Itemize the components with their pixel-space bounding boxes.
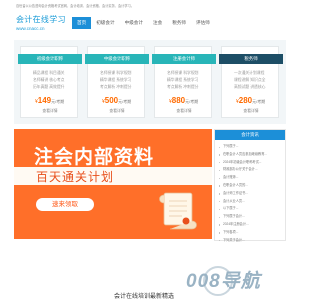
card-feature: 精品课程 科目通关 [33, 71, 65, 75]
view-details-button[interactable]: 查看详情 [39, 108, 61, 115]
news-item[interactable]: 下列关于会计... [219, 237, 281, 245]
card-price: ¥500元/考期 [102, 96, 131, 105]
scroll-document-icon [159, 192, 197, 230]
banner-subtitle: 百天通关计划 [36, 170, 115, 184]
price-unit: 元/考期 [252, 99, 266, 104]
news-item[interactable]: 会计账簿... [219, 174, 281, 182]
price-unit: 元/考期 [185, 99, 199, 104]
news-item[interactable]: 会计从业人员... [219, 198, 281, 206]
card-title: 中级会计职称 [85, 54, 149, 64]
price-value: 149 [37, 96, 52, 105]
card-price: ¥880元/考期 [169, 96, 198, 105]
news-item[interactable]: 在职会计人员应参加继续教育... [219, 151, 281, 159]
card-feature: 精华课程 系统学习 [100, 78, 132, 82]
card-price: ¥280元/考期 [236, 96, 265, 105]
card-feature: 考点解析 冲刺提分 [100, 85, 132, 89]
nav-item-cpa[interactable]: 注会 [148, 17, 167, 29]
price-value: 880 [171, 96, 186, 105]
price-unit: 元/考期 [118, 99, 132, 104]
course-card-junior[interactable]: 初级会计职称 精品课程 科目通关 名师精讲 核心考点 历年真题 高效提升 ¥14… [18, 46, 82, 118]
price-value: 500 [104, 96, 119, 105]
logo-name: 会计在线学习 [16, 15, 66, 24]
watermark-logo: 008导航 [186, 271, 261, 292]
nav-item-appraiser[interactable]: 评估师 [191, 17, 215, 29]
card-feature: 考点解析 冲刺提分 [167, 85, 199, 89]
course-card-tax[interactable]: 税务师 一次通关计划课程 课程讲解 知识点全 高频试题 讲透核心 ¥280元/考… [219, 46, 283, 118]
news-item[interactable]: 以下属于... [219, 205, 281, 213]
card-feature: 课程讲解 知识点全 [234, 78, 266, 82]
news-item[interactable]: 会计师工作证书... [219, 190, 281, 198]
news-item[interactable]: 下列各项... [219, 229, 281, 237]
banner-title: 注会内部资料 [34, 147, 155, 168]
card-title: 注册会计师 [152, 54, 216, 64]
nav-item-junior[interactable]: 初级会计 [91, 17, 119, 29]
card-feature: 高频试题 讲透核心 [234, 85, 266, 89]
top-notice-text: 百世皆以公告咨询会计资格考试官网，会计培训、会计资格、会计实务、会计学习。 [16, 4, 134, 8]
banner-cta-button[interactable]: 速来领取 [36, 198, 94, 211]
news-item[interactable]: 下列属于... [219, 143, 281, 151]
course-card-intermediate[interactable]: 中级会计职称 名师授课 科学规划 精华课程 系统学习 考点解析 冲刺提分 ¥50… [85, 46, 149, 118]
section-heading: 会计在线培训最新精选 [114, 294, 175, 300]
nav-item-intermediate[interactable]: 中级会计 [120, 17, 148, 29]
card-feature: 名师授课 科学规划 [167, 71, 199, 75]
card-feature: 精华课程 系统学习 [167, 78, 199, 82]
news-item[interactable]: 在职会计人员的... [219, 182, 281, 190]
news-item[interactable]: 2024年初级会计职称考试... [219, 159, 281, 167]
news-sidebar: 会计资讯 下列属于... 在职会计人员应参加继续教育... 2024年初级会计职… [214, 129, 286, 244]
page: 百世皆以公告咨询会计资格考试官网，会计培训、会计资格、会计实务、会计学习。 会计… [0, 0, 300, 300]
main-nav: 首页 初级会计 中级会计 注会 税务师 评估师 [72, 17, 215, 29]
promo-banner[interactable]: 注会内部资料 百天通关计划 速来领取 [14, 129, 212, 239]
news-list: 下列属于... 在职会计人员应参加继续教育... 2024年初级会计职称考试..… [215, 140, 285, 244]
card-feature: 一次通关计划课程 [234, 71, 265, 75]
nav-item-tax[interactable]: 税务师 [167, 17, 191, 29]
card-price: ¥149元/考期 [35, 96, 64, 105]
view-details-button[interactable]: 查看详情 [173, 108, 195, 115]
card-feature: 历年真题 高效提升 [33, 85, 65, 89]
card-feature: 名师授课 科学规划 [100, 71, 132, 75]
site-logo[interactable]: 会计在线学习 www.cnacc.cn [16, 15, 66, 37]
top-notice-bar: 百世皆以公告咨询会计资格考试官网，会计培训、会计资格、会计实务、会计学习。 [0, 0, 300, 12]
card-title: 初级会计职称 [18, 54, 82, 64]
view-details-button[interactable]: 查看详情 [106, 108, 128, 115]
logo-url: www.cnacc.cn [16, 26, 45, 31]
price-unit: 元/考期 [51, 99, 65, 104]
price-value: 280 [238, 96, 253, 105]
card-feature: 名师精讲 核心考点 [33, 78, 65, 82]
news-item[interactable]: 2024年注册会计... [219, 221, 281, 229]
course-card-cpa[interactable]: 注册会计师 名师授课 科学规划 精华课程 系统学习 考点解析 冲刺提分 ¥880… [152, 46, 216, 118]
nav-item-home[interactable]: 首页 [72, 17, 92, 29]
view-details-button[interactable]: 查看详情 [240, 108, 262, 115]
sidebar-title: 会计资讯 [215, 130, 285, 140]
course-cards: 初级会计职称 精品课程 科目通关 名师精讲 核心考点 历年真题 高效提升 ¥14… [14, 40, 286, 124]
news-item[interactable]: 财政部办公厅关于会计... [219, 166, 281, 174]
news-item[interactable]: 下列属于会计... [219, 213, 281, 221]
card-title: 税务师 [219, 54, 283, 64]
